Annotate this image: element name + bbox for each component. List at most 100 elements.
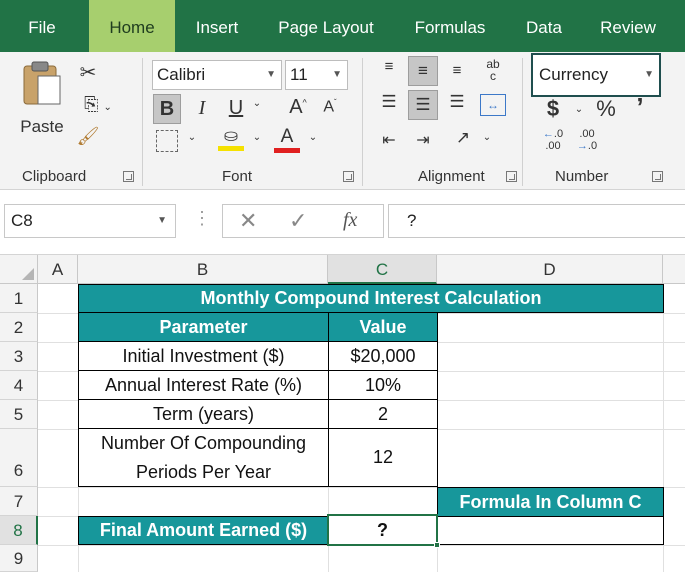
interest-rate-label-cell[interactable]: Annual Interest Rate (%) (78, 370, 329, 400)
gridline (437, 429, 685, 430)
borders-icon[interactable] (156, 130, 178, 152)
alignment-launcher[interactable] (506, 171, 517, 182)
separator (522, 58, 523, 186)
column-header-d[interactable]: D (437, 255, 663, 284)
font-color-icon[interactable]: A (274, 126, 300, 156)
clipboard-launcher[interactable] (123, 171, 134, 182)
tab-formulas[interactable]: Formulas (400, 0, 500, 52)
gridline (38, 371, 78, 372)
bottom-align-icon[interactable]: ≡ (446, 62, 468, 84)
tab-page-layout[interactable]: Page Layout (268, 0, 384, 52)
formula-input[interactable]: ? (388, 204, 685, 238)
tab-insert[interactable]: Insert (184, 0, 250, 52)
separator (362, 58, 363, 186)
font-size-combo[interactable]: 11 ▼ (285, 60, 348, 90)
font-launcher[interactable] (343, 171, 354, 182)
decrease-font-icon[interactable]: Aˇ (318, 98, 342, 126)
row-header-4[interactable]: 4 (0, 371, 38, 400)
initial-investment-label-cell[interactable]: Initial Investment ($) (78, 341, 329, 371)
row-header-6[interactable]: 6 (0, 429, 38, 487)
italic-button[interactable]: I (190, 94, 214, 124)
increase-decimal-icon[interactable]: ←.0.00 (540, 128, 566, 154)
name-box[interactable]: C8 ▼ (4, 204, 176, 238)
format-painter-icon[interactable]: 🖌 (76, 126, 100, 150)
text-direction-icon[interactable]: ↗ (452, 128, 474, 152)
percent-icon[interactable]: % (594, 96, 618, 122)
gridline (437, 400, 685, 401)
tab-home[interactable]: Home (89, 0, 175, 52)
currency-dropdown-icon[interactable]: ⌄ (572, 104, 586, 115)
final-amount-label-cell[interactable]: Final Amount Earned ($) (78, 516, 329, 545)
column-header-b[interactable]: B (78, 255, 328, 284)
compounding-label-line1: Number Of Compounding (100, 432, 307, 453)
borders-dropdown-icon[interactable]: ⌄ (185, 132, 199, 143)
row-header-2[interactable]: 2 (0, 313, 38, 342)
interest-rate-value-cell[interactable]: 10% (328, 370, 438, 400)
column-header-c[interactable]: C (328, 255, 437, 284)
final-formula-cell[interactable] (437, 516, 664, 545)
row-header-3[interactable]: 3 (0, 342, 38, 371)
comma-style-icon[interactable]: ’ (630, 92, 650, 122)
middle-align-icon[interactable]: ≡ (408, 56, 438, 86)
row-header-5[interactable]: 5 (0, 400, 38, 429)
initial-investment-value-cell[interactable]: $20,000 (328, 341, 438, 371)
select-all-corner[interactable] (0, 255, 38, 284)
cancel-icon[interactable]: ✕ (239, 208, 257, 234)
ribbon: Paste ✂ ⎘ ⌄ 🖌 Clipboard Calibri ▼ 11 ▼ B I… (0, 52, 685, 190)
decrease-decimal-icon[interactable]: .00 →.0 (574, 128, 600, 154)
table-title-cell[interactable]: Monthly Compound Interest Calculation (78, 284, 664, 313)
insert-function-icon[interactable]: fx (343, 209, 357, 232)
gridline (437, 371, 685, 372)
tab-file[interactable]: File (14, 0, 70, 52)
currency-icon[interactable]: $ (542, 96, 564, 122)
gridline (38, 429, 78, 430)
final-amount-value-cell[interactable]: ? (327, 514, 438, 546)
ribbon-tabs: File Home Insert Page Layout Formulas Da… (0, 0, 685, 52)
fill-handle[interactable] (434, 542, 440, 548)
underline-dropdown-icon[interactable]: ⌄ (250, 98, 264, 109)
top-align-icon[interactable]: ≡ (378, 58, 400, 80)
column-header-e[interactable] (663, 255, 685, 284)
compounding-value-cell[interactable]: 12 (328, 428, 438, 487)
enter-icon[interactable]: ✓ (289, 208, 307, 234)
orientation-icon[interactable]: ab c (480, 58, 506, 86)
font-group-label: Font (222, 168, 253, 185)
gridline (437, 342, 685, 343)
gridline (38, 400, 78, 401)
row-header-9[interactable]: 9 (0, 545, 38, 572)
align-right-icon[interactable]: ☰ (446, 92, 468, 114)
row-header-1[interactable]: 1 (0, 284, 38, 313)
compounding-label-line2: Periods Per Year (135, 461, 272, 482)
cut-icon[interactable]: ✂ (76, 60, 100, 84)
header-parameter-cell[interactable]: Parameter (78, 312, 329, 342)
paste-icon (23, 61, 61, 105)
underline-button[interactable]: U (224, 94, 248, 124)
font-name-combo[interactable]: Calibri ▼ (152, 60, 282, 90)
font-color-dropdown-icon[interactable]: ⌄ (306, 132, 320, 143)
header-value-cell[interactable]: Value (328, 312, 438, 342)
copy-icon[interactable]: ⎘ ⌄ (76, 94, 120, 118)
increase-indent-icon[interactable]: ⇥ (412, 130, 434, 152)
term-value-cell[interactable]: 2 (328, 399, 438, 429)
align-center-icon[interactable]: ☰ (408, 90, 438, 120)
decrease-indent-icon[interactable]: ⇤ (378, 130, 400, 152)
fill-color-icon[interactable]: ⛀ (218, 126, 244, 156)
tab-data[interactable]: Data (516, 0, 572, 52)
fill-color-dropdown-icon[interactable]: ⌄ (250, 132, 264, 143)
number-format-combo[interactable]: Currency ▼ (531, 53, 661, 97)
increase-font-icon[interactable]: A^ (286, 96, 310, 124)
row-header-7[interactable]: 7 (0, 487, 38, 516)
align-left-icon[interactable]: ☰ (378, 92, 400, 114)
number-launcher[interactable] (652, 171, 663, 182)
bold-button[interactable]: B (153, 94, 181, 124)
formula-header-cell[interactable]: Formula In Column C (437, 487, 664, 517)
text-direction-dropdown-icon[interactable]: ⌄ (480, 132, 494, 143)
merge-center-icon[interactable]: ↔ (480, 94, 506, 116)
paste-button[interactable]: Paste (14, 58, 70, 144)
row-header-8[interactable]: 8 (0, 516, 38, 545)
term-label-cell[interactable]: Term (years) (78, 399, 329, 429)
column-header-a[interactable]: A (38, 255, 78, 284)
compounding-label-cell[interactable]: Number Of Compounding Periods Per Year (78, 428, 329, 487)
drag-handle[interactable]: ⋮ (193, 208, 211, 229)
tab-review[interactable]: Review (590, 0, 666, 52)
